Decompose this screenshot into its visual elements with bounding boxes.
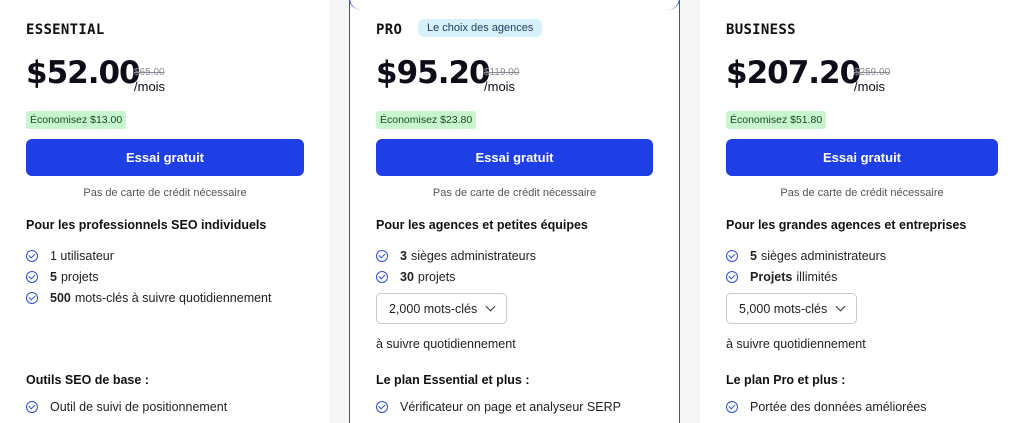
check-circle-icon [726,400,738,413]
list-item: 5 projets [26,266,271,287]
price-period: /mois [134,79,166,94]
chevron-down-icon [835,301,846,312]
section-title: Outils SEO de base : [26,373,149,387]
free-trial-button[interactable]: Essai gratuit [726,139,998,176]
chevron-down-icon [485,301,496,312]
plan-name: BUSINESS [726,22,796,38]
keywords-daily-note: à suivre quotidiennement [726,337,866,351]
list-item: Portée des données améliorées [726,396,927,417]
list-item: 5 sièges administrateurs [726,245,886,266]
check-circle-icon [26,400,38,413]
no-card-note: Pas de carte de crédit nécessaire [83,187,247,199]
list-item: Outil de suivi de positionnement [26,396,227,417]
list-item: Projets illimités [726,266,886,287]
tool-list: Portée des données améliorées [726,396,927,417]
free-trial-button[interactable]: Essai gratuit [26,139,304,176]
check-circle-icon [376,249,388,262]
section-title: Le plan Pro et plus : [726,373,846,387]
no-card-note: Pas de carte de crédit nécessaire [780,187,944,199]
plan-name: ESSENTIAL [26,22,105,38]
plan-name: PRO [376,22,403,38]
plan-price: $52.00 [26,55,141,91]
plan-audience: Pour les agences et petites équipes [376,218,588,232]
old-price: $259.00 [854,67,891,78]
check-circle-icon [26,291,38,304]
no-card-note: Pas de carte de crédit nécessaire [432,187,597,199]
plan-price: $207.20 [726,55,861,91]
tool-list: Vérificateur on page et analyseur SERP [376,396,621,417]
plan-price: $95.20 [376,55,491,91]
price-period: /mois [854,79,886,94]
plan-audience: Pour les professionnels SEO individuels [26,218,267,232]
list-item: 1 utilisateur [26,245,271,266]
old-price: $119.00 [484,67,520,78]
list-item: 30 projets [376,266,536,287]
free-trial-button[interactable]: Essai gratuit [376,139,653,176]
check-circle-icon [726,249,738,262]
section-title: Le plan Essential et plus : [376,373,530,387]
feature-list: 5 sièges administrateurs Projets illimités [726,245,886,287]
keywords-daily-note: à suivre quotidiennement [376,337,516,351]
list-item: 500 mots-clés à suivre quotidiennement [26,287,271,308]
plan-card-business: BUSINESS $207.20 $259.00 /mois Économise… [700,0,1024,423]
keywords-select[interactable]: 2,000 mots-clés [376,293,508,324]
old-price: $65.00 [134,67,165,78]
tool-list: Outil de suivi de positionnement [26,396,227,417]
check-circle-icon [26,249,38,262]
check-circle-icon [726,270,738,283]
keywords-select[interactable]: 5,000 mots-clés [726,293,858,324]
plan-audience: Pour les grandes agences et entreprises [726,218,967,232]
check-circle-icon [26,270,38,283]
feature-list: 3 sièges administrateurs 30 projets [376,245,536,287]
pro-card-border [349,0,680,10]
plan-card-essential: ESSENTIAL $52.00 $65.00 /mois Économisez… [0,0,330,423]
savings-badge: Économisez $51.80 [726,111,827,129]
savings-badge: Économisez $13.00 [26,111,127,129]
plan-card-pro: PRO Le choix des agences $95.20 $119.00 … [349,0,680,423]
feature-list: 1 utilisateur 5 projets 500 mots-clés à su… [26,245,271,308]
check-circle-icon [376,270,388,283]
savings-badge: Économisez $23.80 [376,111,477,129]
check-circle-icon [376,400,388,413]
recommended-badge: Le choix des agences [418,19,543,37]
list-item: Vérificateur on page et analyseur SERP [376,396,621,417]
list-item: 3 sièges administrateurs [376,245,536,266]
price-period: /mois [484,79,516,94]
